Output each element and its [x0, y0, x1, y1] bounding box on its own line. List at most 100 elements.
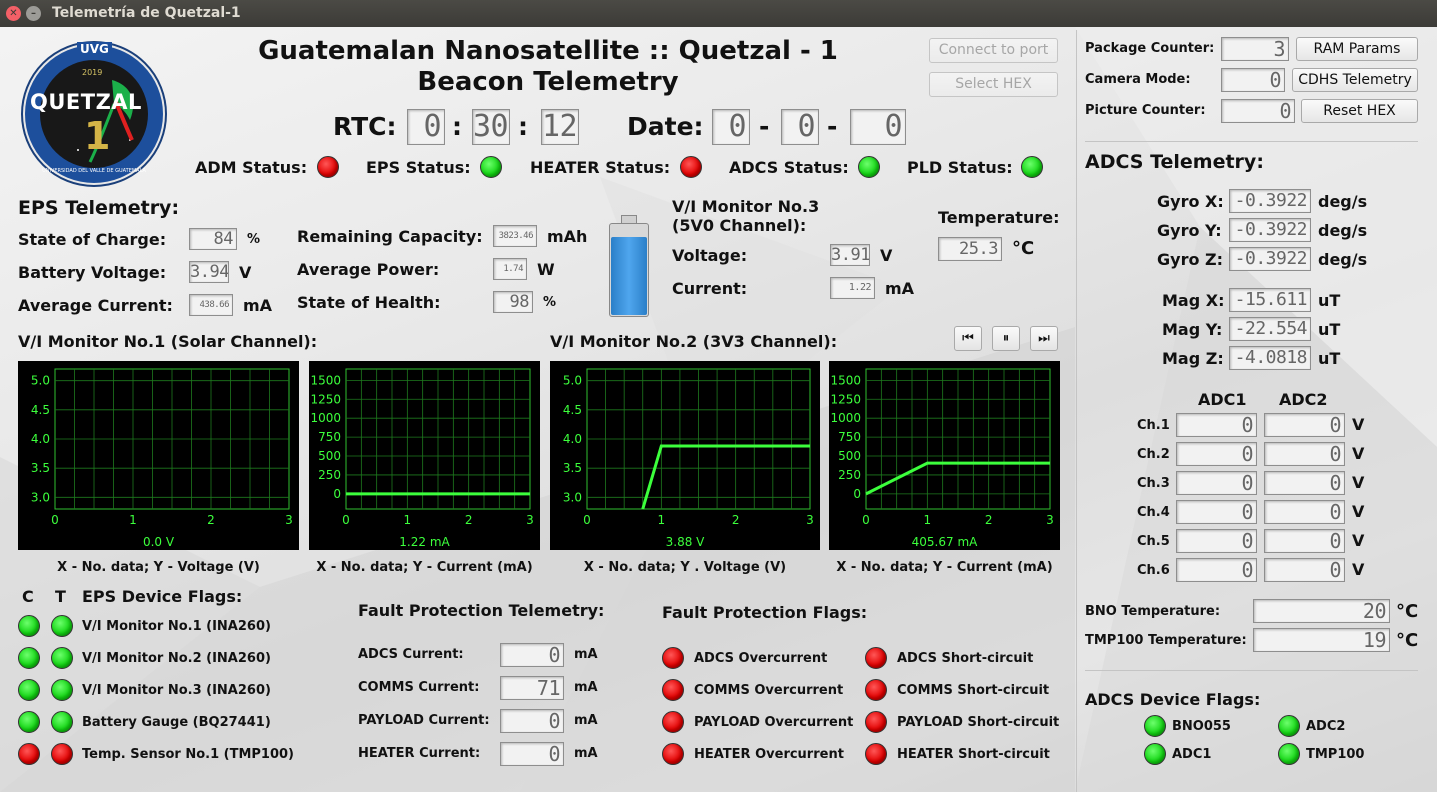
adc1-header: ADC1: [1198, 390, 1247, 409]
gyro-unit-1: deg/s: [1318, 221, 1368, 240]
ram-params-button[interactable]: RAM Params: [1296, 37, 1418, 61]
chart-ytick-label: 250: [838, 468, 861, 482]
chart-ytick-label: 0: [853, 487, 861, 501]
camera-mode-value: 0: [1221, 68, 1285, 92]
adc-channel-label-5: Ch.6: [1137, 563, 1170, 578]
heater-status-led: [680, 156, 702, 178]
eps-flag-label-4: Temp. Sensor No.1 (TMP100): [82, 747, 294, 762]
chart-xtick-label: 3: [806, 513, 814, 527]
bno-temperature-label: BNO Temperature:: [1085, 604, 1221, 619]
mag-value-0: -15.611: [1229, 288, 1311, 312]
fault-current-label-2: PAYLOAD Current:: [358, 713, 490, 728]
chart-ytick-label: 4.0: [563, 432, 582, 446]
fault-current-unit-0: mA: [574, 647, 598, 662]
rtc-colon-2: :: [518, 112, 528, 141]
rtc-hours: 0: [407, 109, 445, 145]
average-current-unit: mA: [243, 296, 273, 315]
adcs-telemetry-title: ADCS Telemetry:: [1085, 151, 1264, 173]
gyro-label-1: Gyro Y:: [1157, 221, 1222, 240]
vi3-current-label: Current:: [672, 279, 748, 298]
camera-mode-label: Camera Mode:: [1085, 72, 1191, 87]
fault-flag-label-right-0: ADCS Short-circuit: [897, 651, 1034, 666]
divider-2: [1085, 670, 1418, 671]
average-power-unit: W: [537, 260, 555, 279]
chart-xtick-label: 1: [129, 513, 137, 527]
fault-current-value-2: 0: [500, 709, 564, 733]
battery-voltage-unit: V: [239, 263, 252, 282]
remaining-capacity-unit: mAh: [547, 227, 588, 246]
skip-back-icon[interactable]: ⏮: [954, 326, 982, 351]
chart-xtick-label: 2: [732, 513, 740, 527]
temperature-unit: °C: [1012, 238, 1035, 259]
tmp100-flag-label: TMP100: [1306, 747, 1365, 762]
divider-1: [1085, 141, 1418, 142]
bno055-flag-led: [1144, 715, 1166, 737]
fault-flag-led-left-0: [662, 647, 684, 669]
select-hex-button[interactable]: Select HEX: [929, 72, 1058, 97]
vi3-current-unit: mA: [885, 279, 915, 298]
adc2-channel-value-5: 0: [1264, 558, 1345, 582]
eps-status-led: [480, 156, 502, 178]
fault-current-unit-2: mA: [574, 713, 598, 728]
fault-flag-led-right-1: [865, 679, 887, 701]
pld-status-led: [1021, 156, 1043, 178]
chart-ytick-label: 1250: [310, 392, 341, 406]
page-title: Guatemalan Nanosatellite :: Quetzal - 1: [258, 36, 838, 66]
adc2-header: ADC2: [1279, 390, 1328, 409]
eps-flag-label-1: V/I Monitor No.2 (INA260): [82, 651, 271, 666]
logo-year: 2019: [82, 68, 103, 77]
gyro-value-0: -0.3922: [1229, 189, 1311, 213]
package-counter-value: 3: [1221, 37, 1289, 61]
skip-forward-icon[interactable]: ⏭: [1030, 326, 1058, 351]
chart-xtick-label: 3: [1046, 513, 1054, 527]
eps-flag-t-led-4: [51, 743, 73, 765]
picture-counter-value: 0: [1221, 99, 1295, 123]
eps-flag-t-led-3: [51, 711, 73, 733]
tmp100-temperature-label: TMP100 Temperature:: [1085, 633, 1247, 648]
mag-unit-2: uT: [1318, 349, 1341, 368]
pause-icon[interactable]: ⏸: [992, 326, 1020, 351]
vi1-current-readout: 1.22 mA: [399, 535, 450, 549]
fault-flag-label-right-2: PAYLOAD Short-circuit: [897, 715, 1060, 730]
date-dash-1: -: [759, 112, 770, 141]
close-icon[interactable]: ✕: [6, 6, 21, 21]
eps-flag-c-led-0: [18, 615, 40, 637]
adc-channel-unit-2: V: [1352, 473, 1365, 492]
chart-xtick-label: 3: [526, 513, 534, 527]
tmp100-temperature-unit: °C: [1396, 630, 1419, 651]
vi1-voltage-readout: 0.0 V: [142, 535, 175, 549]
mag-label-1: Mag Y:: [1162, 320, 1223, 339]
chart-ytick-label: 1500: [830, 373, 861, 387]
chart-ytick-label: 500: [318, 449, 341, 463]
chart-ytick-label: 5.0: [563, 374, 582, 388]
fault-current-unit-3: mA: [574, 746, 598, 761]
average-current-value: 438.66: [189, 294, 233, 316]
adc-channel-unit-5: V: [1352, 560, 1365, 579]
soc-value: 84: [189, 228, 237, 250]
chart-ytick-label: 500: [838, 449, 861, 463]
date-dash-2: -: [827, 112, 838, 141]
gyro-label-0: Gyro X:: [1157, 192, 1224, 211]
date-month: 0: [781, 109, 819, 145]
fault-current-label-1: COMMS Current:: [358, 680, 480, 695]
battery-voltage-label: Battery Voltage:: [18, 263, 167, 282]
vi3-title-line1: V/I Monitor No.3: [672, 197, 820, 216]
adm-status-label: ADM Status:: [195, 158, 308, 177]
adc-channel-label-3: Ch.4: [1137, 505, 1170, 520]
adc2-channel-value-3: 0: [1264, 500, 1345, 524]
temperature-label: Temperature:: [938, 208, 1060, 227]
date-year: 0: [850, 109, 906, 145]
chart-xtick-label: 2: [465, 513, 473, 527]
gyro-unit-2: deg/s: [1318, 250, 1368, 269]
mag-unit-0: uT: [1318, 291, 1341, 310]
adc2-channel-value-4: 0: [1264, 529, 1345, 553]
vi2-current-xlabel: X - No. data; Y - Current (mA): [836, 560, 1053, 575]
average-power-label: Average Power:: [297, 260, 440, 279]
reset-hex-button[interactable]: Reset HEX: [1301, 99, 1418, 123]
chart-ytick-label: 5.0: [31, 374, 50, 388]
chart-xtick-label: 2: [207, 513, 215, 527]
cdhs-telemetry-button[interactable]: CDHS Telemetry: [1292, 68, 1418, 92]
connect-to-port-button[interactable]: Connect to port: [929, 38, 1058, 63]
minimize-icon[interactable]: –: [26, 6, 41, 21]
eps-flag-t-led-0: [51, 615, 73, 637]
